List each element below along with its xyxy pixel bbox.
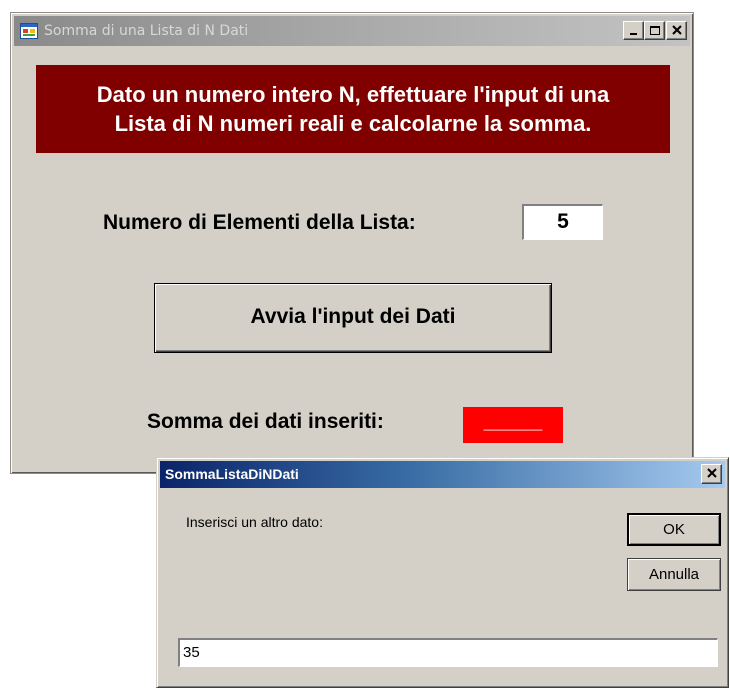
maximize-button[interactable] [644, 21, 665, 40]
count-label: Numero di Elementi della Lista: [103, 211, 416, 234]
close-icon [672, 25, 682, 35]
main-window: Somma di una Lista di N Dati Dato un num… [10, 12, 694, 474]
dialog-close-button[interactable] [701, 464, 722, 484]
description-banner: Dato un numero intero N, effettuare l'in… [36, 65, 670, 153]
banner-line-1: Dato un numero intero N, effettuare l'in… [96, 82, 610, 107]
close-button[interactable] [666, 21, 687, 40]
input-dialog: SommaListaDiNDati Inserisci un altro dat… [156, 457, 729, 688]
banner-line-2: Lista di N numeri reali e calcolarne la … [114, 111, 592, 136]
cancel-button[interactable]: Annulla [627, 558, 721, 591]
minimize-button[interactable] [623, 21, 644, 40]
dialog-titlebar[interactable]: SommaListaDiNDati [160, 461, 725, 488]
dialog-title: SommaListaDiNDati [165, 466, 299, 482]
maximize-icon [650, 26, 660, 35]
sum-result: _____ [463, 407, 563, 443]
count-input[interactable]: 5 [522, 204, 603, 240]
sum-label: Somma dei dati inseriti: [147, 410, 384, 433]
ok-button[interactable]: OK [627, 513, 721, 546]
main-titlebar[interactable]: Somma di una Lista di N Dati [14, 16, 690, 46]
application-icon [20, 23, 38, 39]
close-icon [707, 468, 717, 478]
minimize-icon [630, 33, 637, 35]
window-title: Somma di una Lista di N Dati [44, 23, 249, 39]
start-input-button[interactable]: Avvia l'input dei Dati [154, 283, 552, 353]
dialog-prompt: Inserisci un altro dato: [186, 514, 323, 530]
data-input-field[interactable]: 35 [178, 638, 718, 667]
